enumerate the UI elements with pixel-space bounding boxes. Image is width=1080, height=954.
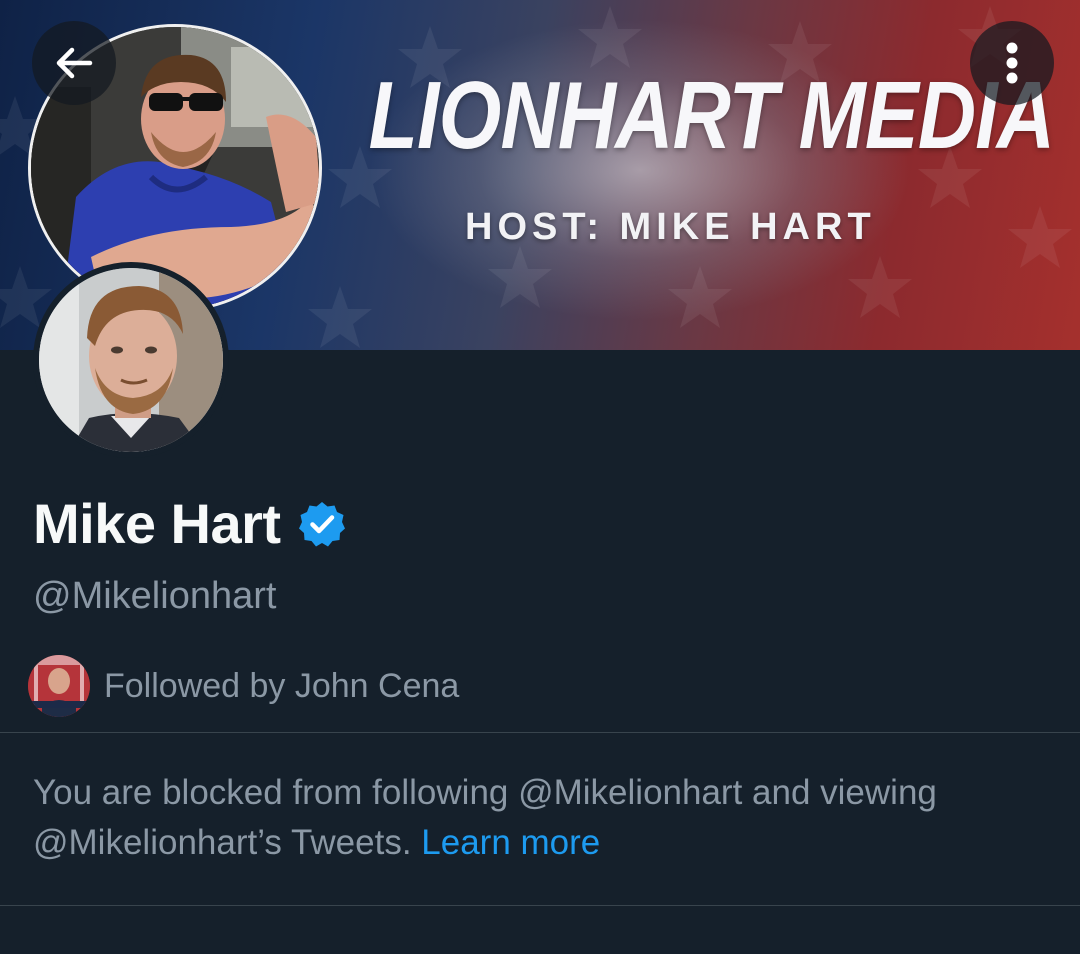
name-row: Mike Hart [33, 492, 346, 556]
followed-by-row[interactable]: Followed by John Cena [28, 655, 459, 717]
followed-by-text: Followed by John Cena [104, 667, 460, 705]
verified-badge-icon[interactable] [298, 500, 346, 548]
banner-subtitle: HOST: MIKE HART [465, 206, 876, 248]
more-vertical-icon [1006, 42, 1018, 84]
profile-avatar[interactable] [33, 262, 229, 458]
arrow-left-icon [56, 47, 93, 79]
follower-avatar [28, 655, 90, 717]
blocked-notice: You are blocked from following @Mikelion… [33, 768, 1053, 868]
learn-more-link[interactable]: Learn more [421, 823, 600, 862]
divider [0, 905, 1080, 906]
more-options-button[interactable] [970, 21, 1054, 105]
divider [0, 732, 1080, 733]
profile-page: LIONHART MEDIA HOST: MIKE HART Mike Hart… [0, 0, 1080, 954]
back-button[interactable] [32, 21, 116, 105]
profile-handle: @Mikelionhart [33, 575, 277, 617]
banner-title: LIONHART MEDIA [368, 62, 1054, 169]
display-name: Mike Hart [33, 492, 281, 555]
